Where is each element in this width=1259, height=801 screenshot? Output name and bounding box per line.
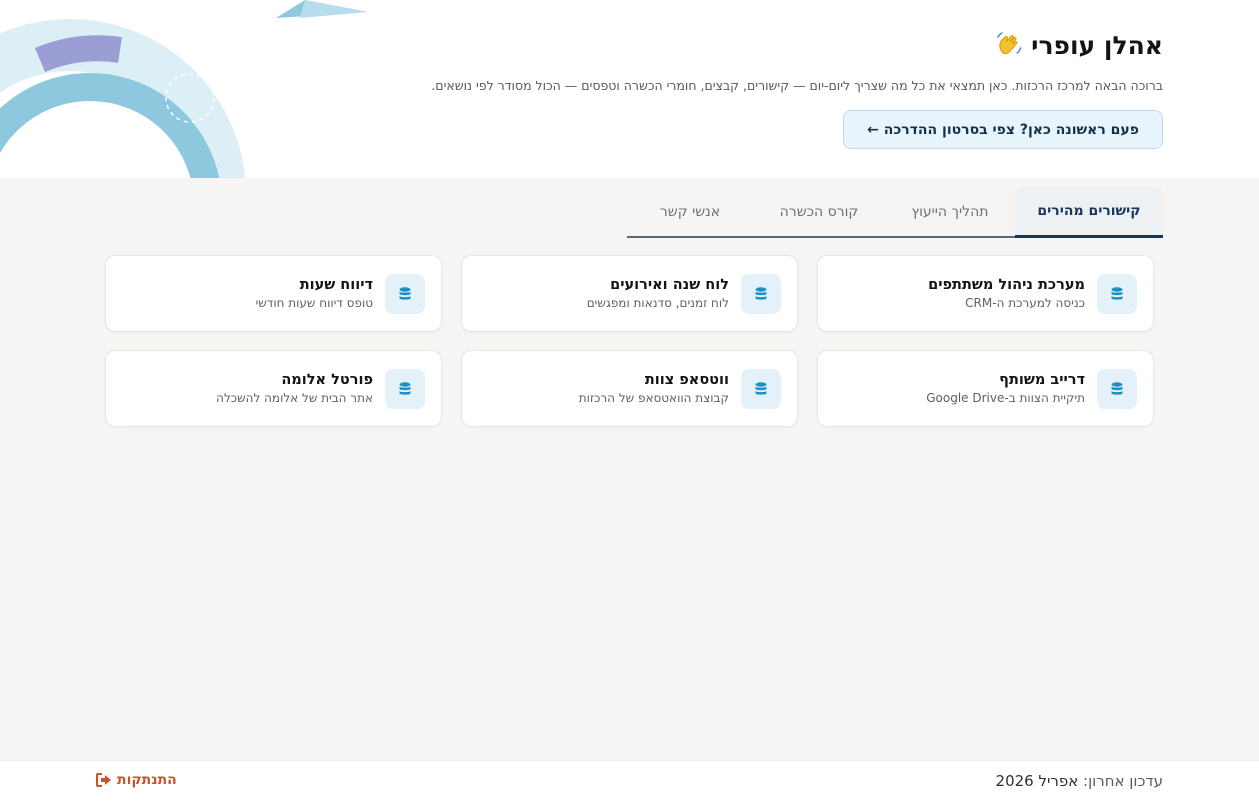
footer: עדכון אחרון: אפריל 2026 התנתקות <box>0 760 1259 801</box>
quick-links-grid: מערכת ניהול משתתפים כניסה למערכת ה-CRM ל… <box>104 255 1154 427</box>
database-icon <box>385 273 425 314</box>
tab-consulting-process[interactable]: תהליך הייעוץ <box>885 187 1015 236</box>
database-icon <box>1097 368 1137 409</box>
tab-contacts[interactable]: אנשי קשר <box>627 187 753 236</box>
card-description: אתר הבית של אלומה להשכלה <box>216 391 373 405</box>
tutorial-video-button[interactable]: פעם ראשונה כאן? צפי בסרטון ההדרכה ← <box>843 110 1163 149</box>
card-text: דיווח שעות טופס דיווח שעות חודשי <box>256 277 373 310</box>
card-description: טופס דיווח שעות חודשי <box>255 296 373 310</box>
card-hours-report[interactable]: דיווח שעות טופס דיווח שעות חודשי <box>105 255 442 332</box>
card-aluma-portal[interactable]: פורטל אלומה אתר הבית של אלומה להשכלה <box>105 350 442 427</box>
card-text: ווטסאפ צוות קבוצת הוואטסאפ של הרכזות <box>579 372 729 405</box>
database-icon <box>1097 273 1137 314</box>
card-description: לוח זמנים, סדנאות ומפגשים <box>586 296 729 310</box>
last-updated-value: אפריל 2026 <box>995 772 1079 790</box>
greeting-title: אהלן עופרי <box>1031 30 1163 60</box>
card-description: תיקיית הצוות ב-Google Drive <box>926 391 1085 405</box>
database-icon <box>741 273 781 314</box>
card-title: לוח שנה ואירועים <box>610 277 729 293</box>
card-text: לוח שנה ואירועים לוח זמנים, סדנאות ומפגש… <box>587 277 729 310</box>
card-team-whatsapp[interactable]: ווטסאפ צוות קבוצת הוואטסאפ של הרכזות <box>461 350 798 427</box>
logout-label: התנתקות <box>117 772 177 788</box>
last-updated: עדכון אחרון: אפריל 2026 <box>996 772 1163 790</box>
tab-bar: קישורים מהירים תהליך הייעוץ קורס הכשרה א… <box>627 187 1163 238</box>
card-text: מערכת ניהול משתתפים כניסה למערכת ה-CRM <box>928 277 1085 310</box>
last-updated-label: עדכון אחרון: <box>1083 772 1163 790</box>
header-content: אהלן עופרי ברוכה הבאה למרכז הרכזות. כאן … <box>363 28 1163 149</box>
tab-quick-links[interactable]: קישורים מהירים <box>1015 187 1163 238</box>
card-text: פורטל אלומה אתר הבית של אלומה להשכלה <box>216 372 373 405</box>
logout-button[interactable]: התנתקות <box>96 772 177 788</box>
card-title: דרייב משותף <box>999 372 1085 388</box>
decorative-arcs <box>0 0 368 178</box>
waving-hand-icon <box>997 32 1022 55</box>
card-text: דרייב משותף תיקיית הצוות ב-Google Drive <box>926 372 1085 405</box>
card-title: דיווח שעות <box>299 277 373 293</box>
tab-training-course[interactable]: קורס הכשרה <box>753 187 885 236</box>
greeting: אהלן עופרי <box>995 28 1163 62</box>
database-icon <box>741 368 781 409</box>
card-title: פורטל אלומה <box>281 372 373 388</box>
card-calendar[interactable]: לוח שנה ואירועים לוח זמנים, סדנאות ומפגש… <box>461 255 798 332</box>
card-title: מערכת ניהול משתתפים <box>928 277 1085 293</box>
card-shared-drive[interactable]: דרייב משותף תיקיית הצוות ב-Google Drive <box>817 350 1154 427</box>
card-description: קבוצת הוואטסאפ של הרכזות <box>578 391 729 405</box>
card-crm[interactable]: מערכת ניהול משתתפים כניסה למערכת ה-CRM <box>817 255 1154 332</box>
welcome-subtitle: ברוכה הבאה למרכז הרכזות. כאן תמצאי את כל… <box>431 78 1163 93</box>
database-icon <box>385 368 425 409</box>
logout-icon <box>96 773 111 787</box>
card-title: ווטסאפ צוות <box>644 372 729 388</box>
card-description: כניסה למערכת ה-CRM <box>965 296 1085 310</box>
header: אהלן עופרי ברוכה הבאה למרכז הרכזות. כאן … <box>0 0 1259 178</box>
